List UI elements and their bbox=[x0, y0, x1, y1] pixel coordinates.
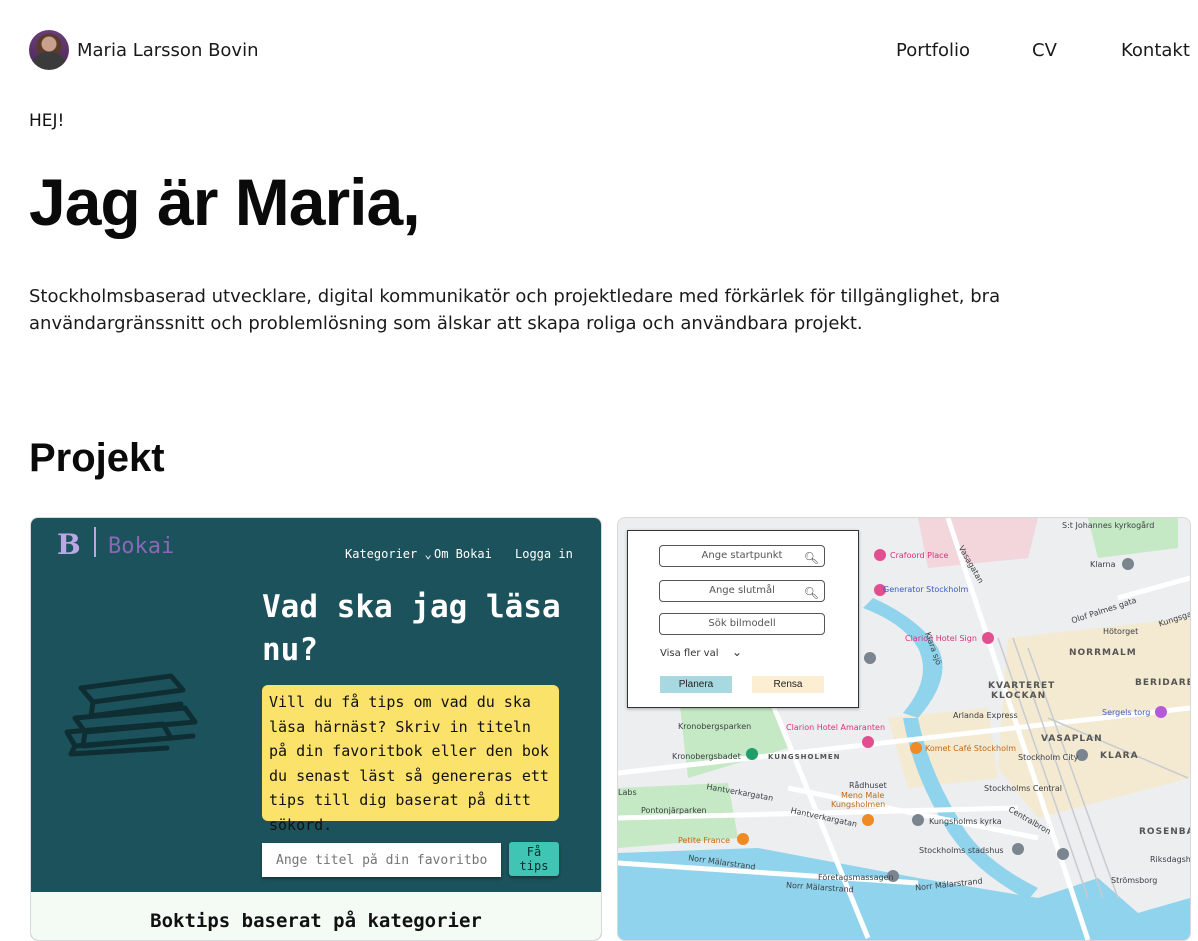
map-label: Petite France bbox=[678, 836, 731, 845]
map-label: Sergels torg bbox=[1102, 708, 1151, 717]
map-label: KLOCKAN bbox=[991, 691, 1047, 701]
map-label: KVARTERET bbox=[988, 681, 1056, 691]
bokai-heading: Vad ska jag läsa nu? bbox=[262, 589, 561, 668]
map-label: Hötorget bbox=[1103, 627, 1139, 636]
map-label: S:t Johannes kyrkogård bbox=[1062, 521, 1155, 530]
map-label: KLARA bbox=[1100, 751, 1139, 761]
category-section-title: Boktips baserat på kategorier bbox=[150, 910, 482, 932]
intro-text: Stockholmsbaserad utvecklare, digital ko… bbox=[29, 286, 1001, 334]
get-tips-button[interactable]: Få tips bbox=[509, 842, 559, 876]
project-card-map[interactable]: Crafoord Place Generator Stockholm Clari… bbox=[617, 517, 1191, 941]
map-label: Rådhuset bbox=[849, 781, 887, 790]
map-label: Komet Café Stockholm bbox=[925, 744, 1017, 753]
map-label: Clarion Hotel Amaranten bbox=[786, 723, 886, 732]
map-label: Kungsholms kyrka bbox=[929, 817, 1002, 826]
map-label: Clarion Hotel Sign bbox=[905, 634, 977, 643]
bokai-logo-text: Bokai bbox=[108, 534, 175, 559]
map-label: Klarna bbox=[1090, 560, 1116, 569]
project-card-bokai[interactable]: B Bokai Kategorier ⌄ Om Bokai Logga in V… bbox=[30, 517, 602, 941]
map-label: Strömsborg bbox=[1111, 876, 1158, 885]
nav-portfolio[interactable]: Portfolio bbox=[896, 40, 970, 61]
clear-button[interactable]: Rensa bbox=[752, 676, 824, 693]
map-label: Riksdagshu bbox=[1150, 855, 1191, 864]
map-label: NORRMALM bbox=[1069, 648, 1137, 658]
chevron-down-icon[interactable]: ⌄ bbox=[732, 645, 742, 659]
start-point-placeholder: Ange startpunkt bbox=[701, 550, 783, 561]
map-label: Kronobergsparken bbox=[678, 722, 752, 731]
bokai-nav-categories[interactable]: Kategorier ⌄ bbox=[345, 547, 432, 561]
bokai-description: Vill du få tips om vad du ska läsa härnä… bbox=[262, 685, 559, 834]
plan-button[interactable]: Planera bbox=[660, 676, 732, 693]
avatar[interactable] bbox=[29, 30, 69, 70]
bokai-category-section: Boktips baserat på kategorier bbox=[31, 892, 601, 940]
map-label: KUNGSHOLMEN bbox=[768, 753, 841, 761]
map-label: Stockholms stadshus bbox=[919, 846, 1004, 855]
page-title: Jag är Maria, bbox=[29, 165, 421, 239]
map-label: Företagsmassagen bbox=[818, 873, 894, 882]
end-point-input[interactable]: Ange slutmål 🔍︎ bbox=[659, 580, 825, 602]
map-label: Stockholm City bbox=[1018, 753, 1079, 762]
nav-cv[interactable]: CV bbox=[1032, 40, 1057, 61]
map-label: Labs bbox=[618, 788, 637, 797]
map-label: Generator Stockholm bbox=[883, 585, 969, 594]
map-label: Meno Male bbox=[841, 791, 885, 800]
book-title-input[interactable] bbox=[262, 843, 501, 877]
start-point-input[interactable]: Ange startpunkt 🔍︎ bbox=[659, 545, 825, 567]
map-label: BERIDARE bbox=[1135, 678, 1191, 688]
map-label: Crafoord Place bbox=[890, 551, 949, 560]
bokai-logo-mark: B bbox=[57, 528, 81, 561]
map-label: Arlanda Express bbox=[953, 711, 1018, 720]
map-label: VASAPLAN bbox=[1041, 734, 1103, 744]
map-label: Pontonjärparken bbox=[641, 806, 707, 815]
map-label: Kungsholmen bbox=[831, 800, 886, 809]
projects-heading: Projekt bbox=[29, 436, 165, 480]
bokai-nav-about[interactable]: Om Bokai bbox=[434, 547, 492, 561]
search-car-model-button[interactable]: Sök bilmodell bbox=[659, 613, 825, 635]
more-options-toggle[interactable]: Visa fler val bbox=[660, 648, 718, 659]
site-name[interactable]: Maria Larsson Bovin bbox=[77, 40, 259, 61]
logo-divider bbox=[94, 527, 96, 557]
site-header: Maria Larsson Bovin Portfolio CV Kontakt bbox=[0, 0, 1198, 100]
bokai-nav-login[interactable]: Logga in bbox=[515, 547, 573, 561]
route-search-panel: Ange startpunkt 🔍︎ Ange slutmål 🔍︎ Sök b… bbox=[627, 530, 859, 708]
end-point-placeholder: Ange slutmål bbox=[709, 585, 775, 596]
books-icon bbox=[64, 673, 198, 757]
map-label: ROSENBA bbox=[1139, 827, 1191, 837]
nav-kontakt[interactable]: Kontakt bbox=[1121, 40, 1190, 61]
search-icon[interactable]: 🔍︎ bbox=[804, 583, 819, 603]
greeting: HEJ! bbox=[29, 111, 65, 131]
search-icon[interactable]: 🔍︎ bbox=[804, 548, 819, 568]
map-label: Stockholms Central bbox=[984, 784, 1062, 793]
map-label: Kronobergsbadet bbox=[672, 752, 741, 761]
